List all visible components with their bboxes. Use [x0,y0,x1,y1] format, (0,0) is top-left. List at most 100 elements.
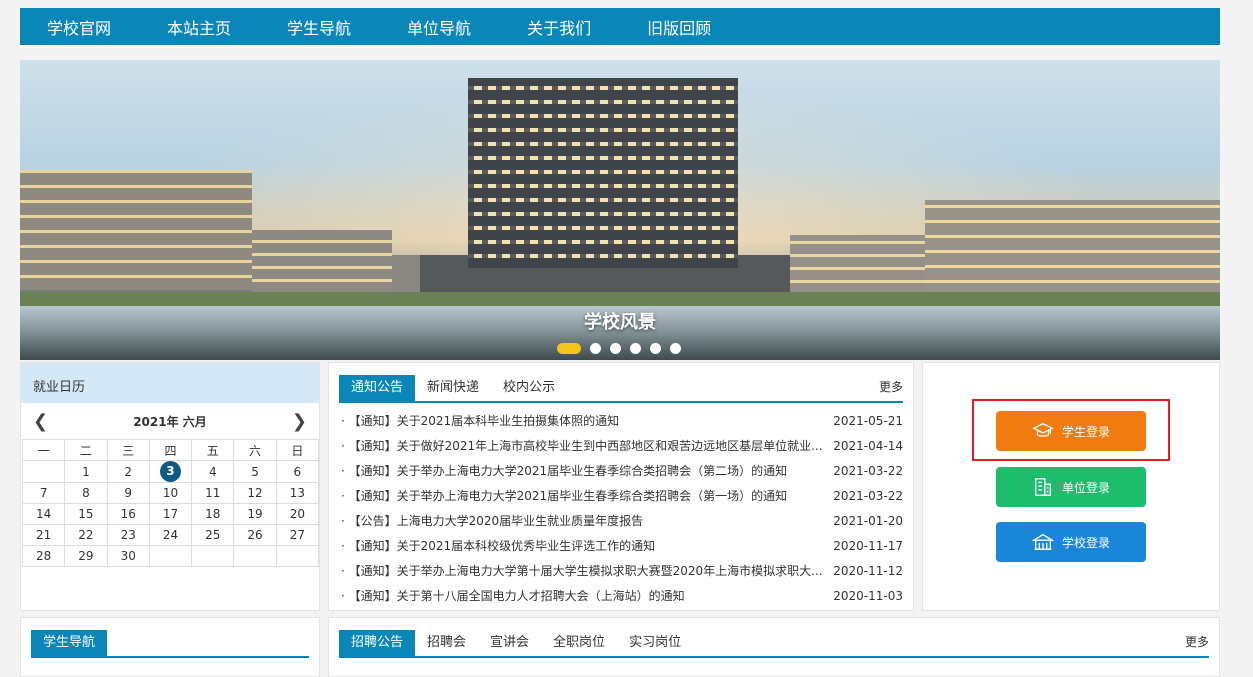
student-login-label: 学生登录 [1061,424,1110,439]
nav-about-us[interactable]: 关于我们 [527,15,591,39]
calendar-grid: 一 二 三 四 五 六 日 1 2 3 4 5 6 7 8 9 10 11 12… [21,439,320,567]
tab-internships[interactable]: 实习岗位 [617,630,693,656]
school-login-button[interactable]: 学校登录 [996,522,1146,562]
calendar-day[interactable]: 22 [64,524,108,546]
notice-date: 2021-04-14 [833,439,903,453]
notice-date: 2020-11-12 [833,564,903,578]
calendar-day[interactable]: 16 [106,503,150,525]
unit-login-button[interactable]: 单位登录 [996,467,1146,507]
calendar-day[interactable]: 20 [275,503,320,525]
calendar-day[interactable]: 5 [233,460,277,483]
nav-old-version[interactable]: 旧版回顾 [647,15,711,39]
student-nav-tabs: 学生导航 [31,618,309,658]
notice-list: · 【通知】关于2021届本科毕业生拍摄集体照的通知 2021-05-21 · 【… [341,409,903,609]
student-nav-panel: 学生导航 [20,617,320,677]
nav-unit-guide[interactable]: 单位导航 [407,15,471,39]
calendar-day[interactable]: 29 [64,545,108,567]
notice-date: 2021-05-21 [833,414,903,428]
notice-title[interactable]: · 【通知】关于2021届本科毕业生拍摄集体照的通知 [341,409,619,434]
calendar-day[interactable]: 1 [64,460,108,483]
calendar-day[interactable]: 19 [233,503,277,525]
list-item[interactable]: · 【通知】关于2021届本科校级优秀毕业生评选工作的通知 2020-11-17 [341,534,903,559]
calendar-day-empty [233,545,277,567]
tab-job-fairs[interactable]: 招聘会 [415,630,478,656]
calendar-day[interactable]: 13 [275,482,320,504]
calendar-day[interactable]: 10 [148,482,193,504]
calendar-day[interactable]: 6 [275,460,320,483]
carousel-dot[interactable] [630,343,641,354]
calendar-day[interactable]: 24 [148,524,193,546]
prev-month-icon[interactable]: ❮ [33,411,48,432]
weekday-label: 六 [233,439,277,461]
list-item[interactable]: · 【通知】关于举办上海电力大学第十届大学生模拟求职大赛暨2020年上海市模拟求… [341,559,903,584]
tab-campus-publicity[interactable]: 校内公示 [491,375,567,401]
calendar-day[interactable]: 14 [21,503,66,525]
banner-building [925,200,1220,295]
more-link[interactable]: 更多 [879,378,903,395]
calendar-day[interactable]: 18 [191,503,235,525]
calendar-month-label: 2021年 六月 [133,414,207,429]
notice-title[interactable]: · 【通知】关于2021届本科校级优秀毕业生评选工作的通知 [341,534,655,559]
top-nav: 学校官网 本站主页 学生导航 单位导航 关于我们 旧版回顾 [20,8,1220,48]
next-month-icon[interactable]: ❯ [292,411,307,432]
calendar-day[interactable]: 21 [21,524,66,546]
recruitment-panel: 招聘公告 招聘会 宣讲会 全职岗位 实习岗位 更多 [328,617,1220,677]
building-icon [1034,478,1052,496]
calendar-day-empty [191,545,235,567]
notice-date: 2021-01-20 [833,514,903,528]
school-icon [1031,533,1054,551]
carousel-dot[interactable] [670,343,681,354]
list-item[interactable]: · 【通知】关于做好2021年上海市高校毕业生到中西部地区和艰苦边远地区基层单位… [341,434,903,459]
list-item[interactable]: · 【通知】关于第十八届全国电力人才招聘大会（上海站）的通知 2020-11-03 [341,584,903,609]
carousel-dot[interactable] [590,343,601,354]
weekday-label: 一 [21,439,66,461]
calendar-day[interactable]: 17 [148,503,193,525]
calendar-day-today[interactable]: 3 [148,460,193,483]
calendar-day[interactable]: 4 [191,460,235,483]
unit-login-label: 单位登录 [1061,480,1110,495]
list-item[interactable]: · 【通知】关于举办上海电力大学2021届毕业生春季综合类招聘会（第二场）的通知… [341,459,903,484]
calendar-day[interactable]: 23 [106,524,150,546]
tab-fulltime-jobs[interactable]: 全职岗位 [541,630,617,656]
calendar-day[interactable]: 7 [21,482,66,504]
list-item[interactable]: · 【通知】关于举办上海电力大学2021届毕业生春季综合类招聘会（第一场）的通知… [341,484,903,509]
tab-presentations[interactable]: 宣讲会 [478,630,541,656]
calendar-day[interactable]: 2 [106,460,150,483]
tab-notices[interactable]: 通知公告 [339,375,416,401]
calendar-day[interactable]: 26 [233,524,277,546]
weekday-label: 日 [275,439,320,461]
list-item[interactable]: · 【通知】关于2021届本科毕业生拍摄集体照的通知 2021-05-21 [341,409,903,434]
list-item[interactable]: · 【公告】上海电力大学2020届毕业生就业质量年度报告 2021-01-20 [341,509,903,534]
student-login-button[interactable]: 学生登录 [996,411,1146,451]
notice-title[interactable]: · 【通知】关于举办上海电力大学2021届毕业生春季综合类招聘会（第二场）的通知 [341,459,787,484]
notice-title[interactable]: · 【通知】关于第十八届全国电力人才招聘大会（上海站）的通知 [341,584,685,609]
nav-home[interactable]: 本站主页 [167,15,231,39]
calendar-day[interactable]: 25 [191,524,235,546]
notice-title[interactable]: · 【通知】关于举办上海电力大学第十届大学生模拟求职大赛暨2020年上海市模拟求… [341,559,823,584]
carousel-dot[interactable] [610,343,621,354]
calendar-day-empty [21,460,66,483]
calendar-day[interactable]: 9 [106,482,150,504]
tab-news-express[interactable]: 新闻快递 [415,375,491,401]
calendar-day[interactable]: 27 [275,524,320,546]
more-link[interactable]: 更多 [1185,633,1209,650]
notice-title[interactable]: · 【通知】关于做好2021年上海市高校毕业生到中西部地区和艰苦边远地区基层单位… [341,434,823,459]
calendar-day[interactable]: 28 [21,545,66,567]
calendar-day[interactable]: 15 [64,503,108,525]
nav-school-site[interactable]: 学校官网 [47,15,111,39]
banner-caption: 学校风景 [584,312,656,333]
banner-carousel[interactable]: 学校风景 [20,60,1220,360]
tab-recruit-notices[interactable]: 招聘公告 [339,630,416,656]
carousel-dot[interactable] [650,343,661,354]
notice-title[interactable]: · 【公告】上海电力大学2020届毕业生就业质量年度报告 [341,509,643,534]
notice-date: 2021-03-22 [833,489,903,503]
tab-student-nav[interactable]: 学生导航 [31,630,108,656]
calendar-day[interactable]: 12 [233,482,277,504]
calendar-day[interactable]: 11 [191,482,235,504]
school-login-label: 学校登录 [1061,535,1110,550]
carousel-dot[interactable] [557,343,581,354]
calendar-day[interactable]: 8 [64,482,108,504]
calendar-day[interactable]: 30 [106,545,150,567]
notice-title[interactable]: · 【通知】关于举办上海电力大学2021届毕业生春季综合类招聘会（第一场）的通知 [341,484,787,509]
nav-student-guide[interactable]: 学生导航 [287,15,351,39]
